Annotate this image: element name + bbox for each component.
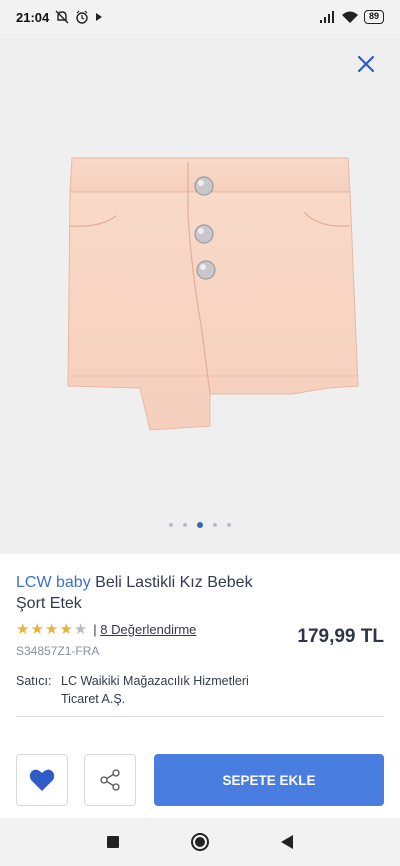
- status-bar: 21:04 89: [0, 0, 400, 34]
- reviews-count[interactable]: 8 Değerlendirme: [100, 622, 196, 637]
- close-icon[interactable]: [354, 52, 378, 76]
- product-gallery[interactable]: [0, 34, 400, 554]
- product-price: 179,99 TL: [297, 626, 384, 647]
- pagination-dot-active[interactable]: [197, 522, 203, 528]
- star-icon: ★: [59, 621, 73, 638]
- status-time: 21:04: [16, 9, 50, 25]
- reviews-separator: |: [93, 622, 97, 637]
- divider: [16, 716, 384, 717]
- system-nav-bar: [0, 818, 400, 866]
- seller-label: Satıcı:: [16, 674, 52, 688]
- seller-row: Satıcı: LC Waikiki Mağazacılık Hizmetler…: [16, 672, 386, 708]
- pagination-dot[interactable]: [213, 523, 217, 527]
- gallery-pagination[interactable]: [0, 522, 400, 528]
- star-icon: ★: [16, 621, 30, 638]
- do-not-disturb-off-icon: [55, 10, 69, 24]
- brand-name[interactable]: LCW baby: [16, 574, 91, 591]
- product-title: LCW baby Beli Lastikli Kız Bebek Şort Et…: [16, 572, 276, 614]
- pagination-dot[interactable]: [183, 523, 187, 527]
- star-icon: ★: [30, 621, 44, 638]
- add-to-cart-button[interactable]: SEPETE EKLE: [154, 754, 384, 806]
- product-info: LCW baby Beli Lastikli Kız Bebek Şort Et…: [16, 572, 386, 708]
- recents-icon[interactable]: [101, 830, 125, 854]
- rating-stars: ★ ★ ★ ★ ★: [16, 622, 87, 637]
- product-image: [67, 157, 359, 431]
- reviews-link[interactable]: | 8 Değerlendirme: [93, 622, 196, 637]
- play-icon: [95, 12, 103, 22]
- star-icon: ★: [44, 621, 59, 638]
- battery-icon: 89: [363, 10, 384, 24]
- wifi-icon: [341, 11, 358, 23]
- favorite-button[interactable]: [16, 754, 68, 806]
- back-icon[interactable]: [275, 830, 299, 854]
- pagination-dot[interactable]: [169, 523, 173, 527]
- share-icon: [100, 769, 120, 791]
- alarm-icon: [75, 10, 89, 24]
- half-star-icon: ★: [73, 621, 88, 638]
- seller-name[interactable]: LC Waikiki Mağazacılık Hizmetleri Ticare…: [61, 672, 281, 708]
- home-icon[interactable]: [188, 830, 212, 854]
- pagination-dot[interactable]: [227, 523, 231, 527]
- action-bar: SEPETE EKLE: [16, 754, 384, 806]
- signal-icon: [319, 11, 336, 23]
- share-button[interactable]: [84, 754, 136, 806]
- heart-icon: [29, 769, 55, 791]
